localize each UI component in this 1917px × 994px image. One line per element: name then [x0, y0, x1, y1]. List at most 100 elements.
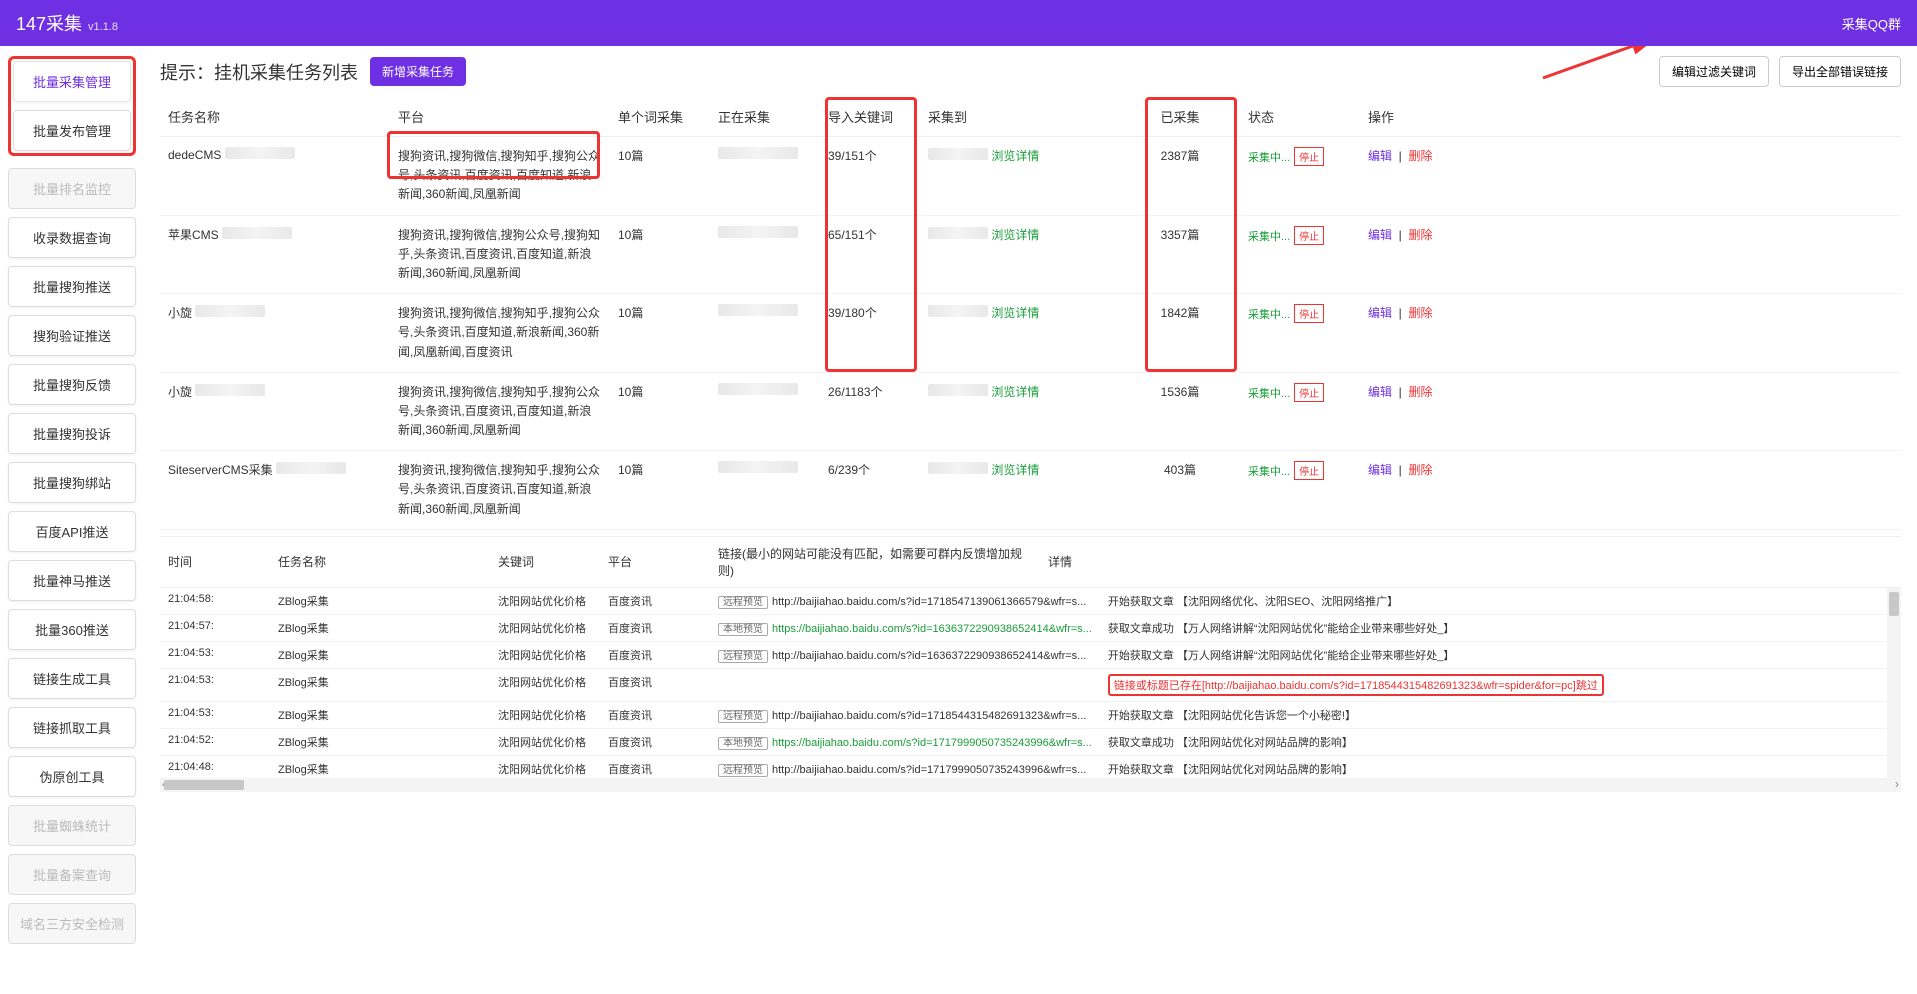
sidebar-item-360-push[interactable]: 批量360推送 [8, 609, 136, 650]
app-version: v1.1.8 [88, 21, 118, 33]
sidebar-item-publish-manage[interactable]: 批量发布管理 [13, 110, 131, 151]
delete-link[interactable]: 删除 [1408, 306, 1432, 320]
sidebar-item-link-grab[interactable]: 链接抓取工具 [8, 707, 136, 748]
sidebar-item-rewrite[interactable]: 伪原创工具 [8, 756, 136, 797]
blurred-text [718, 383, 798, 395]
status-text: 采集中... [1248, 152, 1290, 164]
log-scrollbar-horizontal[interactable] [160, 778, 1901, 792]
task-name: SiteserverCMS采集 [168, 463, 273, 477]
platform-cell: 搜狗资讯,搜狗微信,搜狗知乎,搜狗公众号,头条资讯,百度知道,新浪新闻,360新… [390, 294, 610, 373]
stop-button[interactable]: 停止 [1294, 383, 1324, 402]
stop-button[interactable]: 停止 [1294, 304, 1324, 323]
export-errors-button[interactable]: 导出全部错误链接 [1779, 56, 1901, 87]
log-detail: 获取文章成功 【万人网络讲解“沈阳网站优化”能给企业带来哪些好处_】 [1108, 623, 1455, 635]
stop-button[interactable]: 停止 [1294, 226, 1324, 245]
log-detail: 开始获取文章 【沈阳网站优化告诉您一个小秘密!】 [1108, 710, 1356, 722]
blurred-text [195, 384, 265, 396]
edit-link[interactable]: 编辑 [1368, 306, 1392, 320]
task-name: 苹果CMS [168, 228, 219, 242]
tag-local[interactable]: 本地预览 [718, 623, 768, 636]
edit-link[interactable]: 编辑 [1368, 463, 1392, 477]
log-url: https://baijiahao.baidu.com/s?id=1717999… [772, 737, 1092, 749]
collected-cell: 3357篇 [1120, 215, 1240, 294]
sidebar-item-link-gen[interactable]: 链接生成工具 [8, 658, 136, 699]
detail-link[interactable]: 浏览详情 [991, 149, 1039, 163]
sidebar-item-sogou-push[interactable]: 批量搜狗推送 [8, 266, 136, 307]
stop-button[interactable]: 停止 [1294, 147, 1324, 166]
th-task-name: 任务名称 [160, 97, 390, 137]
sidebar-item-baidu-api[interactable]: 百度API推送 [8, 511, 136, 552]
log-detail: 开始获取文章 【沈阳网络优化、沈阳SEO、沈阳网络推广】 [1108, 596, 1398, 608]
delete-link[interactable]: 删除 [1408, 463, 1432, 477]
edit-filter-button[interactable]: 编辑过滤关键词 [1659, 56, 1769, 87]
log-scrollbar-vertical[interactable] [1887, 588, 1901, 778]
blurred-text [225, 147, 295, 159]
task-table: 任务名称 平台 单个词采集 正在采集 导入关键词 采集到 已采集 状态 操作 d… [160, 97, 1901, 530]
sidebar-item-spider-stats: 批量蜘蛛统计 [8, 805, 136, 846]
status-text: 采集中... [1248, 388, 1290, 400]
sidebar-item-sogou-bind[interactable]: 批量搜狗绑站 [8, 462, 136, 503]
edit-link[interactable]: 编辑 [1368, 149, 1392, 163]
edit-link[interactable]: 编辑 [1368, 228, 1392, 242]
log-row: 21:04:53:ZBlog采集沈阳网站优化价格百度资讯远程预览http://b… [160, 701, 1901, 728]
app-title: 147采集 [16, 10, 82, 36]
sidebar-item-sogou-feedback[interactable]: 批量搜狗反馈 [8, 364, 136, 405]
tag-remote[interactable]: 远程预览 [718, 710, 768, 723]
platform-cell: 搜狗资讯,搜狗微信,搜狗知乎,搜狗公众号,头条资讯,百度资讯,百度知道,新浪新闻… [390, 137, 610, 216]
th-log-platform: 平台 [600, 537, 710, 588]
log-time: 21:04:53: [160, 701, 270, 728]
log-platform: 百度资讯 [600, 641, 710, 668]
blurred-text [718, 147, 798, 159]
tag-remote[interactable]: 远程预览 [718, 764, 768, 777]
status-text: 采集中... [1248, 466, 1290, 478]
header-qq-link[interactable]: 采集QQ群 [1842, 14, 1901, 33]
single-cell: 10篇 [610, 451, 710, 530]
sidebar-item-collect-manage[interactable]: 批量采集管理 [13, 61, 131, 102]
status-text: 采集中... [1248, 309, 1290, 321]
log-detail: 开始获取文章 【万人网络讲解“沈阳网站优化”能给企业带来哪些好处_】 [1108, 650, 1455, 662]
log-keyword: 沈阳网站优化价格 [490, 701, 600, 728]
log-url: http://baijiahao.baidu.com/s?id=17185471… [772, 596, 1086, 608]
stop-button[interactable]: 停止 [1294, 461, 1324, 480]
blurred-text [222, 227, 292, 239]
tag-remote[interactable]: 远程预览 [718, 596, 768, 609]
single-cell: 10篇 [610, 294, 710, 373]
blurred-text [276, 462, 346, 474]
blurred-text [718, 304, 798, 316]
th-single: 单个词采集 [610, 97, 710, 137]
keywords-cell: 39/180个 [820, 294, 920, 373]
detail-link[interactable]: 浏览详情 [991, 306, 1039, 320]
table-row: 苹果CMS 搜狗资讯,搜狗微信,搜狗公众号,搜狗知乎,头条资讯,百度资讯,百度知… [160, 215, 1901, 294]
main-content: 提示：挂机采集任务列表 新增采集任务 编辑过滤关键词 导出全部错误链接 任务名称… [144, 46, 1917, 994]
log-platform: 百度资讯 [600, 755, 710, 778]
delete-link[interactable]: 删除 [1408, 228, 1432, 242]
tag-remote[interactable]: 远程预览 [718, 650, 768, 663]
th-log-time: 时间 [160, 537, 270, 588]
th-status: 状态 [1240, 97, 1360, 137]
log-task: ZBlog采集 [270, 641, 490, 668]
delete-link[interactable]: 删除 [1408, 149, 1432, 163]
add-task-button[interactable]: 新增采集任务 [370, 57, 466, 86]
th-log-detail: 详情 [1040, 537, 1901, 588]
collected-cell: 403篇 [1120, 451, 1240, 530]
detail-link[interactable]: 浏览详情 [991, 385, 1039, 399]
table-row: SiteserverCMS采集 搜狗资讯,搜狗微信,搜狗知乎,搜狗公众号,头条资… [160, 451, 1901, 530]
detail-link[interactable]: 浏览详情 [991, 228, 1039, 242]
app-header: 147采集 v1.1.8 采集QQ群 [0, 0, 1917, 46]
log-row: 21:04:53:ZBlog采集沈阳网站优化价格百度资讯远程预览http://b… [160, 641, 1901, 668]
table-row: 小旋 搜狗资讯,搜狗微信,搜狗知乎,搜狗公众号,头条资讯,百度知道,新浪新闻,3… [160, 294, 1901, 373]
tag-local[interactable]: 本地预览 [718, 737, 768, 750]
detail-link[interactable]: 浏览详情 [991, 463, 1039, 477]
sidebar-item-sogou-complain[interactable]: 批量搜狗投诉 [8, 413, 136, 454]
blurred-text [718, 226, 798, 238]
log-keyword: 沈阳网站优化价格 [490, 755, 600, 778]
edit-link[interactable]: 编辑 [1368, 385, 1392, 399]
sidebar-item-sogou-verify[interactable]: 搜狗验证推送 [8, 315, 136, 356]
blurred-text [195, 305, 265, 317]
keywords-cell: 39/151个 [820, 137, 920, 216]
delete-link[interactable]: 删除 [1408, 385, 1432, 399]
log-time: 21:04:53: [160, 641, 270, 668]
sidebar-item-index-query[interactable]: 收录数据查询 [8, 217, 136, 258]
sidebar-item-shenma-push[interactable]: 批量神马推送 [8, 560, 136, 601]
log-row: 21:04:48:ZBlog采集沈阳网站优化价格百度资讯远程预览http://b… [160, 755, 1901, 778]
